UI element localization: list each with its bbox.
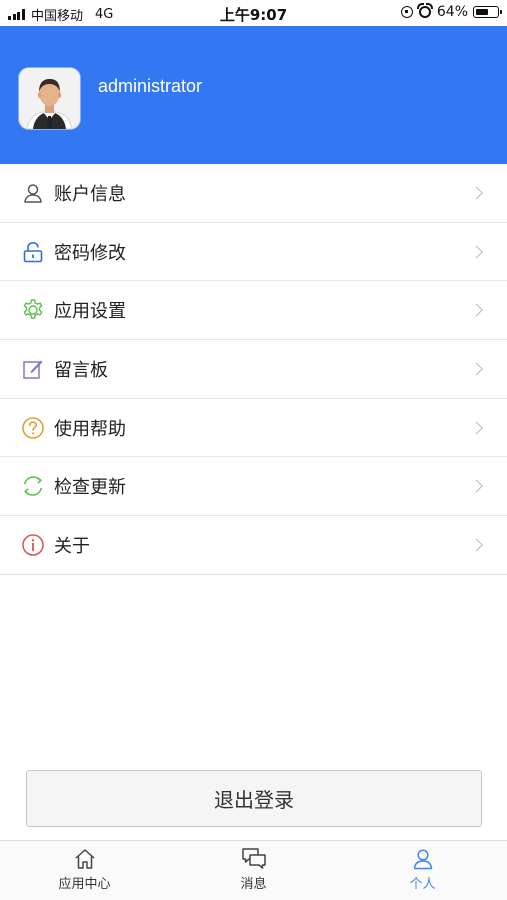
bottom-tab-bar: 应用中心 消息 个人 — [0, 840, 507, 900]
battery-icon — [473, 6, 502, 18]
menu-item-about[interactable]: 关于 — [0, 516, 507, 575]
logout-button[interactable]: 退出登录 — [26, 770, 482, 827]
edit-icon — [21, 357, 45, 381]
menu-item-account-info[interactable]: 账户信息 — [0, 164, 507, 223]
chevron-right-icon — [470, 303, 483, 317]
settings-menu: 账户信息 密码修改 应用设置 留言板 使用帮助 检查更新 关于 — [0, 164, 507, 575]
tab-label: 个人 — [409, 877, 436, 892]
chat-icon — [241, 848, 266, 869]
battery-fill — [475, 8, 489, 15]
tab-messages[interactable]: 消息 — [169, 841, 338, 900]
menu-item-check-update[interactable]: 检查更新 — [0, 457, 507, 517]
menu-item-password-change[interactable]: 密码修改 — [0, 223, 507, 282]
status-bar-right: 64% — [400, 3, 502, 20]
refresh-icon — [21, 474, 45, 498]
orientation-lock-icon — [400, 6, 413, 18]
profile-header: administrator — [0, 26, 507, 164]
chevron-right-icon — [470, 245, 483, 258]
home-icon — [75, 849, 94, 869]
battery-percent: 64% — [436, 4, 468, 20]
chevron-right-icon — [470, 186, 483, 200]
menu-item-app-settings[interactable]: 应用设置 — [0, 281, 507, 341]
avatar[interactable] — [19, 68, 80, 129]
menu-item-label: 密码修改 — [54, 242, 126, 264]
person-icon — [413, 849, 432, 870]
menu-item-label: 留言板 — [54, 359, 108, 381]
tab-personal[interactable]: 个人 — [338, 841, 507, 900]
chevron-right-icon — [470, 479, 483, 493]
alarm-icon — [416, 3, 433, 18]
chevron-right-icon — [470, 362, 483, 376]
menu-item-label: 使用帮助 — [54, 418, 126, 440]
tab-app-center[interactable]: 应用中心 — [0, 841, 169, 900]
tab-label: 消息 — [240, 877, 267, 892]
menu-item-label: 关于 — [54, 535, 90, 557]
username: administrator — [98, 76, 203, 96]
menu-item-label: 账户信息 — [54, 183, 126, 205]
menu-item-label: 检查更新 — [54, 477, 126, 499]
chevron-right-icon — [470, 538, 483, 552]
info-icon — [21, 533, 45, 557]
menu-item-help[interactable]: 使用帮助 — [0, 399, 507, 458]
menu-item-label: 应用设置 — [54, 301, 126, 323]
chevron-right-icon — [470, 421, 483, 434]
user-icon — [21, 181, 45, 205]
menu-item-message-board[interactable]: 留言板 — [0, 340, 507, 399]
unlock-icon — [21, 240, 45, 264]
gear-icon — [21, 298, 45, 322]
help-icon — [21, 416, 45, 440]
avatar-person-icon — [19, 68, 80, 129]
tab-label: 应用中心 — [58, 877, 111, 892]
status-bar: 中国移动 4G 上午9:07 64% — [0, 0, 507, 26]
